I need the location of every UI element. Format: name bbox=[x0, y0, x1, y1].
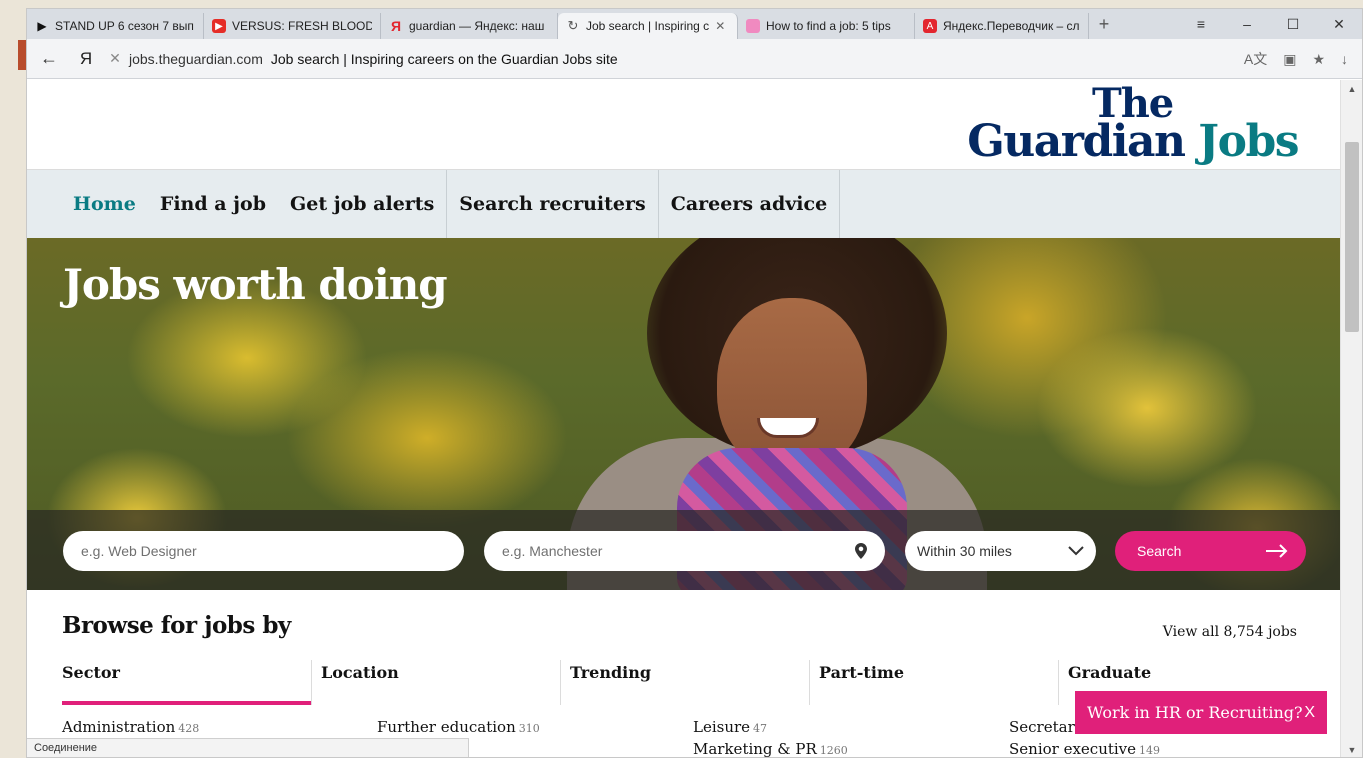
tab-label: STAND UP 6 сезон 7 вып bbox=[55, 19, 194, 33]
hr-banner-close-button[interactable]: X bbox=[1304, 704, 1315, 722]
maximize-icon[interactable]: ☐ bbox=[1270, 16, 1316, 33]
radius-value: Within 30 miles bbox=[917, 543, 1012, 559]
url-page-title[interactable]: Job search | Inspiring careers on the Gu… bbox=[271, 51, 618, 67]
list-item-count: 149 bbox=[1139, 744, 1161, 757]
hr-banner-text: Work in HR or Recruiting? bbox=[1087, 703, 1303, 722]
tab-label: guardian — Яндекс: наш bbox=[409, 19, 545, 33]
download-icon[interactable]: ↓ bbox=[1341, 51, 1348, 67]
tab-strip: ▶ STAND UP 6 сезон 7 вып ▶ VERSUS: FRESH… bbox=[27, 9, 1362, 39]
chevron-down-icon bbox=[1068, 546, 1084, 556]
list-item[interactable]: Administration 428 bbox=[62, 718, 199, 736]
view-all-jobs-link[interactable]: View all 8,754 jobs bbox=[1163, 624, 1297, 640]
list-item-count: 47 bbox=[753, 722, 768, 735]
browse-tab-sector[interactable]: Sector bbox=[62, 660, 311, 705]
list-item-label: Marketing & PR bbox=[693, 740, 817, 758]
list-item-label: Senior executive bbox=[1009, 740, 1137, 758]
guardian-jobs-logo[interactable]: The Guardian Jobs bbox=[967, 84, 1299, 164]
tab-label: VERSUS: FRESH BLOOD 4 bbox=[232, 19, 372, 33]
address-actions: A文 ▣ ★ ↓ bbox=[1244, 39, 1362, 79]
nav-search-recruiters[interactable]: Search recruiters bbox=[447, 170, 659, 238]
tab-label: Яндекс.Переводчик – сл bbox=[943, 19, 1080, 33]
url-domain[interactable]: jobs.theguardian.com bbox=[129, 51, 263, 67]
translate-icon: A bbox=[923, 19, 937, 33]
list-item-count: 1260 bbox=[819, 744, 848, 757]
list-item-label: Administration bbox=[62, 718, 176, 736]
list-item[interactable]: Leisure 47 bbox=[693, 718, 767, 736]
list-item[interactable]: Further education 310 bbox=[377, 718, 540, 736]
arrow-right-icon bbox=[1266, 544, 1288, 558]
tab-label: Job search | Inspiring c bbox=[586, 19, 710, 33]
close-window-icon[interactable]: ✕ bbox=[1316, 16, 1362, 33]
search-band: e.g. Web Designer e.g. Manchester Within… bbox=[27, 510, 1342, 590]
new-tab-button[interactable]: + bbox=[1089, 11, 1119, 37]
tab-close-icon[interactable]: ✕ bbox=[715, 19, 725, 33]
page-scrollbar[interactable]: ▲ ▼ bbox=[1340, 80, 1362, 757]
search-button-label: Search bbox=[1137, 543, 1182, 559]
scroll-up-icon[interactable]: ▲ bbox=[1341, 84, 1362, 94]
reader-mode-icon[interactable]: ▣ bbox=[1283, 51, 1296, 68]
keyword-placeholder: e.g. Web Designer bbox=[81, 543, 197, 559]
logo-guardian: Guardian bbox=[967, 116, 1186, 167]
loading-icon: ↻ bbox=[567, 18, 579, 33]
location-input[interactable]: e.g. Manchester bbox=[484, 531, 885, 571]
translate-page-icon[interactable]: A文 bbox=[1244, 49, 1267, 69]
tab-job-search[interactable]: ↻ Job search | Inspiring c ✕ bbox=[558, 13, 738, 39]
main-nav: Home Find a job Get job alerts Search re… bbox=[27, 170, 1342, 238]
minimize-icon[interactable]: – bbox=[1224, 16, 1270, 32]
nav-careers-advice[interactable]: Careers advice bbox=[659, 170, 841, 238]
browse-tab-trending[interactable]: Trending bbox=[560, 660, 809, 705]
tab-how-to-find-job[interactable]: How to find a job: 5 tips bbox=[738, 13, 915, 39]
masthead: The Guardian Jobs bbox=[27, 80, 1342, 170]
address-bar: ← Я ✕ jobs.theguardian.com Job search | … bbox=[27, 39, 1362, 79]
yandex-home-button[interactable]: Я bbox=[71, 49, 101, 69]
hero-banner: Jobs worth doing e.g. Web Designer e.g. … bbox=[27, 238, 1342, 590]
list-item-count: 310 bbox=[518, 722, 540, 735]
search-button[interactable]: Search bbox=[1115, 531, 1306, 571]
tab-yandex-search[interactable]: Я guardian — Яндекс: наш bbox=[381, 13, 558, 39]
page-icon bbox=[746, 19, 760, 33]
location-pin-icon[interactable] bbox=[855, 543, 867, 559]
list-item-count: 428 bbox=[178, 722, 200, 735]
status-bar: Соединение bbox=[27, 738, 469, 757]
list-item-label: Further education bbox=[377, 718, 516, 736]
tab-versus[interactable]: ▶ VERSUS: FRESH BLOOD 4 bbox=[204, 13, 381, 39]
page-viewport: The Guardian Jobs Home Find a job Get jo… bbox=[27, 80, 1342, 758]
scrollbar-thumb[interactable] bbox=[1345, 142, 1359, 332]
logo-jobs: Jobs bbox=[1198, 116, 1299, 167]
play-icon: ▶ bbox=[37, 19, 47, 33]
menu-icon[interactable]: ≡ bbox=[1178, 16, 1224, 32]
back-arrow-icon[interactable]: ← bbox=[27, 48, 71, 69]
list-item[interactable]: Marketing & PR 1260 bbox=[693, 740, 848, 758]
location-placeholder: e.g. Manchester bbox=[502, 543, 603, 559]
keyword-input[interactable]: e.g. Web Designer bbox=[63, 531, 464, 571]
list-item-label: Leisure bbox=[693, 718, 751, 736]
bookmark-star-icon[interactable]: ★ bbox=[1312, 51, 1325, 68]
nav-find-a-job[interactable]: Find a job bbox=[148, 170, 278, 238]
browse-tab-location[interactable]: Location bbox=[311, 660, 560, 705]
window-controls: ≡ – ☐ ✕ bbox=[1178, 9, 1362, 39]
browser-window: ▶ STAND UP 6 сезон 7 вып ▶ VERSUS: FRESH… bbox=[26, 8, 1363, 758]
nav-home[interactable]: Home bbox=[61, 170, 148, 238]
tab-standup[interactable]: ▶ STAND UP 6 сезон 7 вып bbox=[27, 13, 204, 39]
tab-label: How to find a job: 5 tips bbox=[766, 19, 891, 33]
scroll-down-icon[interactable]: ▼ bbox=[1341, 745, 1362, 755]
stop-loading-icon[interactable]: ✕ bbox=[101, 50, 129, 67]
list-item[interactable]: Senior executive 149 bbox=[1009, 740, 1161, 758]
tab-translator[interactable]: A Яндекс.Переводчик – сл bbox=[915, 13, 1089, 39]
browse-title: Browse for jobs by bbox=[62, 612, 291, 639]
hr-recruiting-banner[interactable]: Work in HR or Recruiting? X bbox=[1075, 691, 1327, 734]
nav-get-job-alerts[interactable]: Get job alerts bbox=[278, 170, 448, 238]
radius-select[interactable]: Within 30 miles bbox=[905, 531, 1096, 571]
browse-tab-part-time[interactable]: Part-time bbox=[809, 660, 1058, 705]
hero-photo-face bbox=[717, 298, 867, 473]
yandex-icon: Я bbox=[390, 18, 402, 34]
youtube-icon: ▶ bbox=[212, 19, 226, 33]
hero-title: Jobs worth doing bbox=[63, 260, 448, 309]
